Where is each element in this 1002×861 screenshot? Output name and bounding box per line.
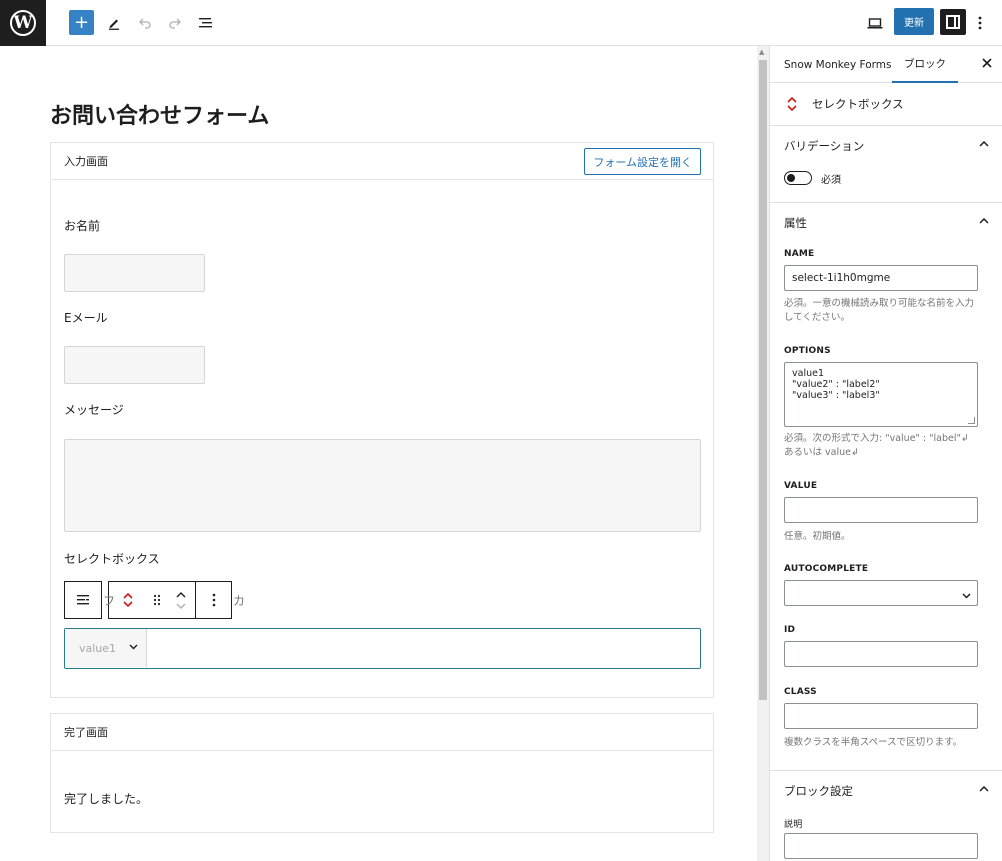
class-attr-label: CLASS (784, 687, 817, 697)
options-attr-label: OPTIONS (784, 346, 831, 356)
options-attr-textarea[interactable]: value1 "value2" : "label2" "value3" : "l… (784, 362, 978, 427)
attributes-panel: 属性 NAME select-1i1h0mgme 必須。一意の機械読み取り可能な… (770, 203, 1002, 773)
block-controls-group (108, 581, 232, 619)
options-line: "value3" : "label3" (792, 390, 880, 401)
drag-handle-icon[interactable] (147, 582, 167, 618)
description-label: 説明 (784, 820, 803, 830)
canvas-scrollbar[interactable]: ▲ (757, 46, 769, 861)
options-line: value1 (792, 368, 824, 379)
selectbox-block[interactable]: value1 (64, 628, 701, 669)
class-attr-help: 複数クラスを半角スペースで区切ります。 (784, 737, 963, 748)
settings-sidebar-toggle-button[interactable] (940, 9, 966, 35)
required-toggle-label: 必須 (821, 175, 841, 186)
redo-icon[interactable] (161, 9, 189, 37)
block-settings-panel: ブロック設定 説明 (770, 771, 1002, 861)
block-card: セレクトボックス (770, 83, 1002, 126)
options-line: "value2" : "label2" (792, 379, 880, 390)
email-field-label[interactable]: Eメール (64, 309, 108, 326)
attributes-panel-title: 属性 (784, 216, 807, 230)
selectbox-field[interactable]: value1 (65, 629, 147, 667)
options-attr-help: 必須。次の形式で入力: "value" : "label"↲ あるいは valu… (784, 433, 969, 458)
block-toolbar (64, 581, 232, 619)
value-attr-help: 任意。初期値。 (784, 531, 851, 542)
selectbox-block-icon (786, 96, 798, 112)
move-down-icon[interactable] (175, 602, 187, 610)
move-up-icon[interactable] (175, 591, 187, 599)
more-options-vertical-icon[interactable] (970, 9, 990, 37)
tab-snow-monkey-forms[interactable]: Snow Monkey Forms (784, 46, 891, 83)
update-button[interactable]: 更新 (894, 8, 934, 35)
block-options-icon[interactable] (195, 582, 231, 618)
required-toggle[interactable] (784, 171, 812, 185)
block-parent-selector-button[interactable] (64, 581, 102, 619)
textarea-resize-handle[interactable] (968, 417, 975, 424)
form-control-icon (65, 582, 101, 618)
sidebar-tabs: Snow Monkey Forms ブロック (770, 46, 1002, 83)
close-sidebar-icon[interactable] (982, 56, 992, 72)
document-overview-icon[interactable] (192, 9, 220, 37)
complete-screen-block[interactable]: 完了画面 完了しました。 (50, 713, 714, 833)
name-field-label[interactable]: お名前 (64, 217, 100, 234)
name-attr-label: NAME (784, 249, 815, 259)
id-attr-label: ID (784, 625, 796, 635)
input-screen-header: 入力画面 フォーム設定を開く (51, 143, 713, 180)
name-text-field[interactable] (64, 254, 205, 292)
scroll-up-arrow-icon[interactable]: ▲ (759, 48, 764, 56)
hidden-label-text-right: カ (233, 594, 246, 608)
selectbox-value: value1 (79, 641, 117, 655)
description-input[interactable] (784, 833, 978, 859)
chevron-down-icon (962, 590, 971, 602)
message-textarea-field[interactable] (64, 439, 701, 532)
open-form-settings-button[interactable]: フォーム設定を開く (584, 148, 701, 175)
editor-top-toolbar: W + 更新 (0, 0, 1002, 46)
chevron-up-icon (979, 217, 989, 227)
complete-screen-header: 完了画面 (51, 714, 713, 751)
name-attr-input[interactable]: select-1i1h0mgme (784, 265, 978, 291)
input-screen-block[interactable]: 入力画面 フォーム設定を開く お名前 Eメール メッセージ セレクトボックス フ… (50, 142, 714, 698)
validation-panel: バリデーション 必須 (770, 126, 1002, 186)
validation-panel-title: バリデーション (784, 139, 865, 153)
wordpress-logo-button[interactable]: W (0, 0, 46, 46)
tab-block[interactable]: ブロック (892, 46, 958, 83)
name-attr-help: 必須。一意の機械読み取り可能な名前を入力してください。 (784, 298, 975, 323)
settings-sidebar: Snow Monkey Forms ブロック セレクトボックス バリデーション … (769, 46, 1002, 861)
undo-icon[interactable] (131, 9, 159, 37)
chevron-up-icon (979, 785, 989, 795)
page-title[interactable]: お問い合わせフォーム (50, 98, 269, 130)
move-up-down-controls (167, 582, 195, 618)
hidden-label-text-left: フ (103, 594, 116, 608)
attributes-panel-toggle[interactable]: 属性 (770, 203, 1002, 243)
complete-screen-title: 完了画面 (64, 726, 108, 739)
autocomplete-attr-label: AUTOCOMPLETE (784, 564, 869, 574)
toggle-knob (787, 173, 795, 182)
block-settings-panel-toggle[interactable]: ブロック設定 (770, 771, 1002, 811)
value-attr-input[interactable] (784, 497, 978, 523)
editor-canvas: お問い合わせフォーム 入力画面 フォーム設定を開く お名前 Eメール メッセージ… (0, 46, 757, 861)
message-field-label[interactable]: メッセージ (64, 401, 124, 418)
value-attr-label: VALUE (784, 481, 818, 491)
autocomplete-select[interactable] (784, 580, 978, 606)
tools-pencil-icon[interactable] (100, 9, 128, 37)
input-screen-title: 入力画面 (64, 155, 108, 168)
scrollbar-thumb[interactable] (759, 60, 767, 700)
add-block-button[interactable]: + (69, 10, 94, 35)
validation-panel-toggle[interactable]: バリデーション (770, 126, 1002, 166)
complete-message-text[interactable]: 完了しました。 (64, 790, 148, 807)
block-card-title: セレクトボックス (812, 97, 904, 111)
sidebar-panel-icon (946, 15, 960, 29)
select-field-label[interactable]: セレクトボックス (64, 550, 160, 567)
chevron-down-icon (129, 642, 138, 653)
chevron-up-icon (979, 140, 989, 150)
class-attr-input[interactable] (784, 703, 978, 729)
block-settings-panel-title: ブロック設定 (784, 784, 853, 798)
email-text-field[interactable] (64, 346, 205, 384)
preview-desktop-icon[interactable] (861, 9, 889, 37)
wordpress-icon: W (10, 10, 36, 36)
id-attr-input[interactable] (784, 641, 978, 667)
